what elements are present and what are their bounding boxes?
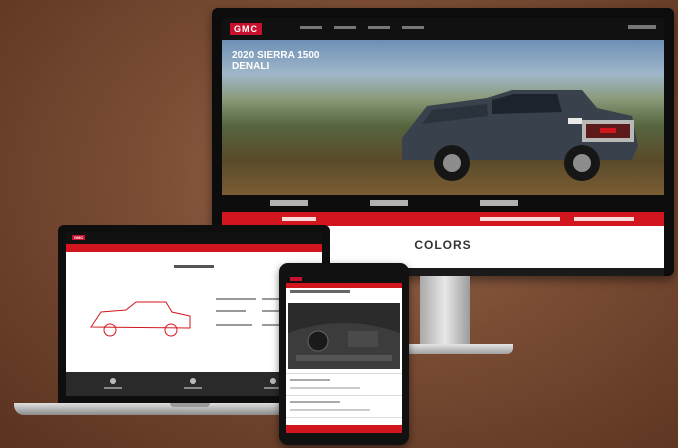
laptop-nav-bar: GMC xyxy=(66,232,322,244)
nav-link[interactable] xyxy=(300,26,322,29)
monitor-stand xyxy=(420,276,470,346)
laptop-red-bar xyxy=(66,244,322,252)
spec-bar xyxy=(222,195,664,212)
tablet-bottom-bar xyxy=(286,425,402,433)
nav-link[interactable] xyxy=(334,26,356,29)
hero-title: 2020 SIERRA 1500 DENALI xyxy=(232,50,320,72)
tablet-nav-bar xyxy=(286,275,402,283)
interior-image xyxy=(288,303,400,369)
laptop-notch xyxy=(170,403,210,407)
footer-icon[interactable] xyxy=(110,378,116,384)
nav-link[interactable] xyxy=(402,26,424,29)
nav-utility-links[interactable] xyxy=(628,25,656,29)
tablet-red-bar xyxy=(286,283,402,288)
hero-banner: 2020 SIERRA 1500 DENALI xyxy=(222,40,664,195)
gmc-logo[interactable]: GMC xyxy=(230,23,262,35)
gmc-logo[interactable]: GMC xyxy=(72,235,86,240)
action-link[interactable] xyxy=(574,217,634,221)
action-bar xyxy=(222,212,664,226)
desktop-nav-bar: GMC xyxy=(222,18,664,40)
tablet-title xyxy=(290,290,350,293)
spec-stat xyxy=(370,200,408,206)
spec-stat xyxy=(480,200,518,206)
truck-image xyxy=(402,90,638,181)
footer-icon[interactable] xyxy=(270,378,276,384)
spec-stat xyxy=(270,200,308,206)
nav-link[interactable] xyxy=(368,26,390,29)
action-link[interactable] xyxy=(282,217,316,221)
gmc-logo[interactable] xyxy=(290,277,302,281)
tablet-screen xyxy=(286,275,402,433)
footer-icon[interactable] xyxy=(190,378,196,384)
truck-diagram xyxy=(90,301,191,337)
action-link[interactable] xyxy=(480,217,560,221)
